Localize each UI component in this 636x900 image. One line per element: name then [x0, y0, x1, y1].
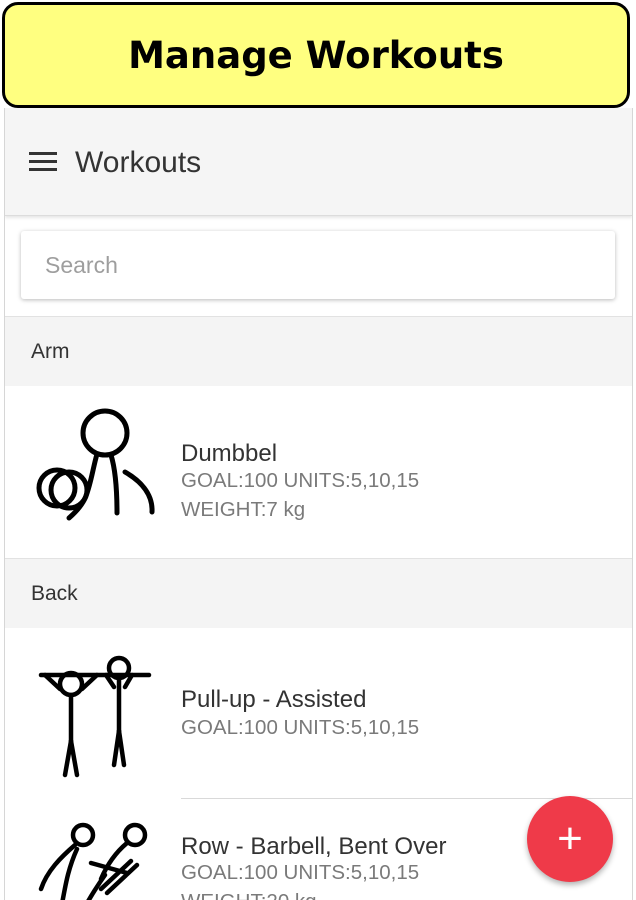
app-bar: Workouts: [5, 108, 632, 216]
section-header-arm: Arm: [5, 316, 632, 386]
item-goal: GOAL:100 UNITS:5,10,15: [181, 469, 420, 492]
add-workout-button[interactable]: +: [527, 796, 613, 882]
workouts-screen: Workouts Arm Dumbbel GOAL:100 UNITS:5,10…: [4, 108, 633, 900]
list-item-dumbbel[interactable]: Dumbbel GOAL:100 UNITS:5,10,15 WEIGHT:7 …: [5, 386, 632, 556]
section-label: Arm: [31, 339, 70, 363]
item-title: Dumbbel: [181, 440, 278, 467]
banner-title: Manage Workouts: [2, 2, 630, 108]
search-input[interactable]: [21, 231, 615, 299]
list-item-pullup-assisted[interactable]: Pull-up - Assisted GOAL:100 UNITS:5,10,1…: [5, 628, 632, 798]
item-goal: GOAL:100 UNITS:5,10,15: [181, 716, 420, 739]
dumbbell-exercise-icon: [36, 408, 155, 521]
item-weight: WEIGHT:7 kg: [181, 498, 306, 521]
hamburger-menu-icon[interactable]: [29, 152, 61, 176]
section-header-back: Back: [5, 558, 632, 628]
pullup-exercise-icon: [38, 655, 152, 778]
add-icon: +: [557, 814, 583, 863]
item-title: Row - Barbell, Bent Over: [181, 833, 447, 860]
item-title: Pull-up - Assisted: [181, 686, 367, 713]
barbell-row-exercise-icon: [38, 822, 148, 900]
item-goal: GOAL:100 UNITS:5,10,15: [181, 861, 420, 884]
search-box: [21, 231, 615, 299]
section-label: Back: [31, 581, 78, 605]
item-weight: WEIGHT:20 kg: [181, 890, 317, 900]
page-title: Workouts: [75, 146, 202, 179]
